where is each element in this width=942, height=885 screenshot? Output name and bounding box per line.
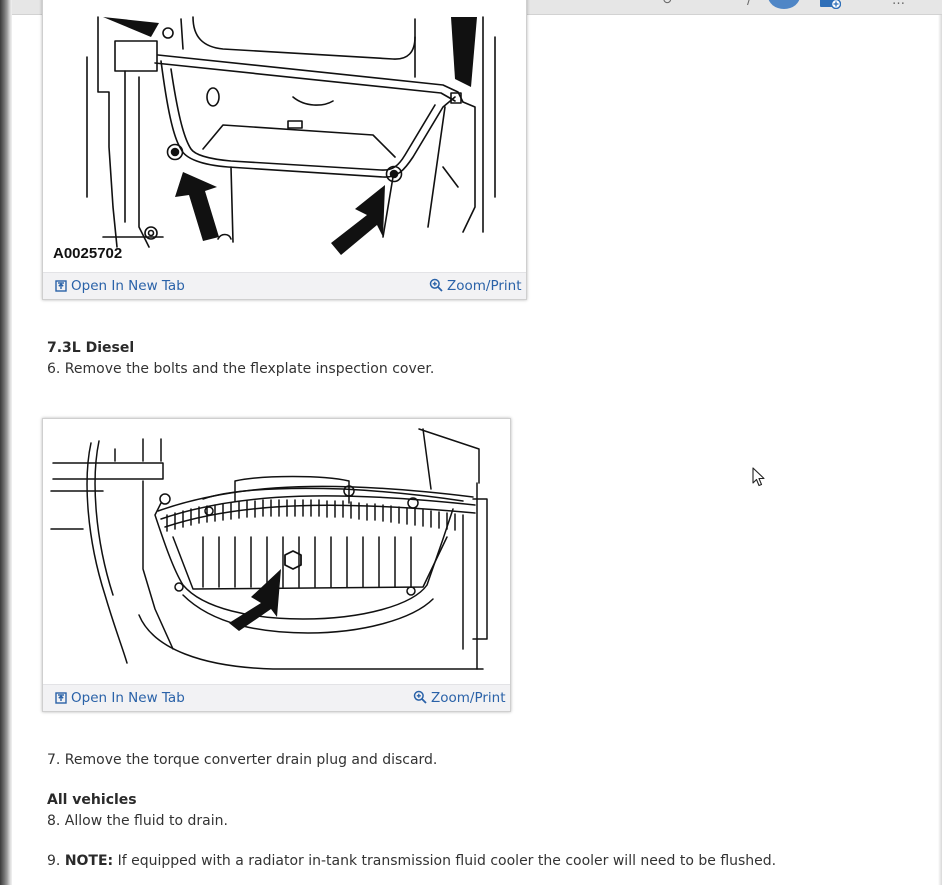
mouse-cursor-icon [752, 467, 765, 487]
menu-icon[interactable]: … [892, 0, 905, 8]
step-6: 6. Remove the bolts and the flexplate in… [47, 361, 435, 377]
zoom-print-label: Zoom/Print [447, 278, 522, 294]
section-heading-all-vehicles: All vehicles [47, 792, 137, 808]
zoom-print-button[interactable]: Zoom/Print [429, 278, 522, 294]
slash-icon: / [747, 0, 752, 8]
window-right-edge [938, 0, 942, 885]
figure-1: A0025702 Open In New Tab Zoom/Print [42, 0, 527, 300]
torque-converter-illustration [50, 428, 488, 670]
section-heading-73l: 7.3L Diesel [47, 340, 135, 356]
open-new-tab-icon [55, 280, 67, 292]
flexplate-cover-illustration [86, 16, 496, 255]
step-9-text: If equipped with a radiator in-tank tran… [117, 853, 777, 869]
step-7: 7. Remove the torque converter drain plu… [47, 752, 438, 768]
step-9: 9. NOTE: If equipped with a radiator in-… [47, 852, 776, 870]
avatar[interactable] [768, 0, 800, 9]
open-in-new-tab-label: Open In New Tab [71, 278, 185, 294]
add-folder-icon[interactable] [819, 0, 842, 13]
zoom-icon [413, 690, 427, 704]
open-in-new-tab-button[interactable]: Open In New Tab [55, 278, 185, 294]
zoom-icon [429, 278, 443, 292]
figure-2: Open In New Tab Zoom/Print [42, 418, 511, 712]
figure-1-toolbar: Open In New Tab Zoom/Print [43, 272, 526, 299]
back-arrow-icon[interactable]: ↺ [662, 0, 673, 8]
step-9-note-label: NOTE: [64, 853, 114, 869]
figure-1-label: A0025702 [53, 245, 123, 262]
step-9-number: 9. [47, 853, 61, 869]
open-in-new-tab-button-2[interactable]: Open In New Tab [55, 690, 185, 706]
step-8: 8. Allow the fluid to drain. [47, 813, 228, 829]
window-left-edge [0, 0, 12, 885]
figure-2-toolbar: Open In New Tab Zoom/Print [43, 684, 510, 711]
open-new-tab-icon [55, 692, 67, 704]
open-in-new-tab-label-2: Open In New Tab [71, 690, 185, 706]
zoom-print-label-2: Zoom/Print [431, 690, 506, 706]
zoom-print-button-2[interactable]: Zoom/Print [413, 690, 506, 706]
